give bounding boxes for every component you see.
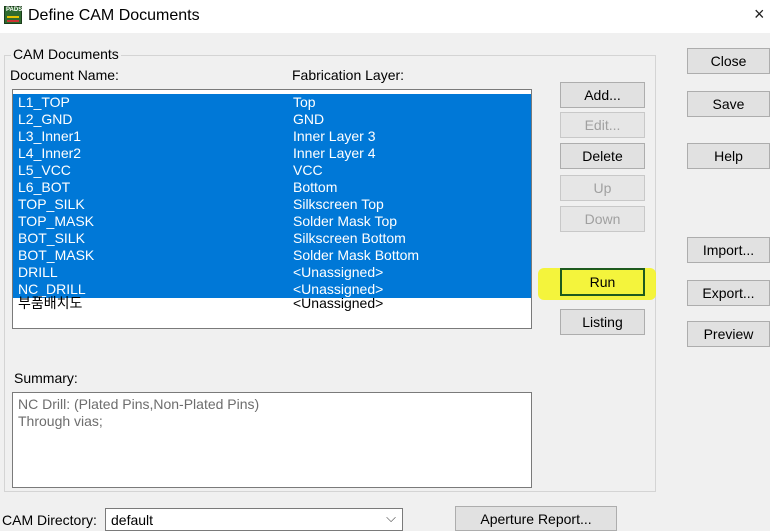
export-button[interactable]: Export... xyxy=(687,280,770,306)
down-button[interactable]: Down xyxy=(560,206,645,232)
summary-text: NC Drill: (Plated Pins,Non-Plated Pins) … xyxy=(12,392,532,488)
fabrication-layer-header: Fabrication Layer: xyxy=(292,67,405,83)
help-button[interactable]: Help xyxy=(687,143,770,169)
summary-line: NC Drill: (Plated Pins,Non-Plated Pins) xyxy=(18,396,260,412)
document-list[interactable]: L1_TOP Top L2_GND GND L3_Inner1 Inner Layer… xyxy=(12,89,532,329)
list-item[interactable]: TOP_MASK Solder Mask Top xyxy=(13,213,531,230)
fabrication-layer: Bottom xyxy=(293,179,338,195)
list-item[interactable]: BOT_SILK Silkscreen Bottom xyxy=(13,230,531,247)
document-name: 부품배치도 xyxy=(18,295,83,311)
fabrication-layer: VCC xyxy=(293,162,323,178)
list-item[interactable]: DRILL <Unassigned> xyxy=(13,264,531,281)
document-name: L6_BOT xyxy=(18,179,71,195)
window-title: Define CAM Documents xyxy=(28,7,200,24)
cam-directory-label: CAM Directory: xyxy=(2,512,97,528)
list-item[interactable]: L4_Inner2 Inner Layer 4 xyxy=(13,145,531,162)
document-name: BOT_SILK xyxy=(18,230,85,246)
cam-directory-value: default xyxy=(111,512,154,528)
listing-button[interactable]: Listing xyxy=(560,309,645,335)
list-item[interactable]: L1_TOP Top xyxy=(13,94,531,111)
document-name: L4_Inner2 xyxy=(18,145,82,161)
document-name: BOT_MASK xyxy=(18,247,95,263)
list-item[interactable]: 부품배치도 <Unassigned> xyxy=(13,295,531,312)
document-name: DRILL xyxy=(18,264,58,280)
fabrication-layer: Silkscreen Top xyxy=(293,196,384,212)
add-button[interactable]: Add... xyxy=(560,82,645,108)
fabrication-layer: <Unassigned> xyxy=(293,295,384,311)
fabrication-layer: Inner Layer 4 xyxy=(293,145,376,161)
document-name: L1_TOP xyxy=(18,94,70,110)
document-name-header: Document Name: xyxy=(10,67,119,83)
up-button[interactable]: Up xyxy=(560,175,645,201)
close-window-icon[interactable]: × xyxy=(754,4,765,25)
fabrication-layer: Inner Layer 3 xyxy=(293,128,376,144)
fabrication-layer: Top xyxy=(293,94,316,110)
fabrication-layer: Silkscreen Bottom xyxy=(293,230,406,246)
list-item[interactable]: L6_BOT Bottom xyxy=(13,179,531,196)
list-item[interactable]: L2_GND GND xyxy=(13,111,531,128)
aperture-report-button[interactable]: Aperture Report... xyxy=(455,506,617,531)
fabrication-layer: Solder Mask Bottom xyxy=(293,247,420,263)
preview-button[interactable]: Preview xyxy=(687,321,770,347)
document-name: L5_VCC xyxy=(18,162,71,178)
document-name: L3_Inner1 xyxy=(18,128,82,144)
chevron-down-icon: ⌵ xyxy=(386,510,396,525)
title-bar: PADS Define CAM Documents × xyxy=(0,0,770,33)
delete-button[interactable]: Delete xyxy=(560,143,645,169)
pads-app-icon: PADS xyxy=(4,6,22,24)
cam-directory-dropdown[interactable]: default ⌵ xyxy=(105,508,403,531)
group-title: CAM Documents xyxy=(11,46,121,62)
run-button[interactable]: Run xyxy=(560,268,645,296)
list-item[interactable]: TOP_SILK Silkscreen Top xyxy=(13,196,531,213)
list-item[interactable]: BOT_MASK Solder Mask Bottom xyxy=(13,247,531,264)
fabrication-layer: <Unassigned> xyxy=(293,264,384,280)
document-name: TOP_MASK xyxy=(18,213,94,229)
save-button[interactable]: Save xyxy=(687,91,770,117)
document-name: TOP_SILK xyxy=(18,196,85,212)
import-button[interactable]: Import... xyxy=(687,237,770,263)
list-item[interactable]: L3_Inner1 Inner Layer 3 xyxy=(13,128,531,145)
summary-label: Summary: xyxy=(14,370,78,386)
app-icon-text: PADS xyxy=(6,7,23,13)
summary-line: Through vias; xyxy=(18,413,103,429)
list-item[interactable]: L5_VCC VCC xyxy=(13,162,531,179)
fabrication-layer: Solder Mask Top xyxy=(293,213,398,229)
close-button[interactable]: Close xyxy=(687,48,770,74)
fabrication-layer: GND xyxy=(293,111,325,127)
document-name: L2_GND xyxy=(18,111,73,127)
edit-button[interactable]: Edit... xyxy=(560,112,645,138)
